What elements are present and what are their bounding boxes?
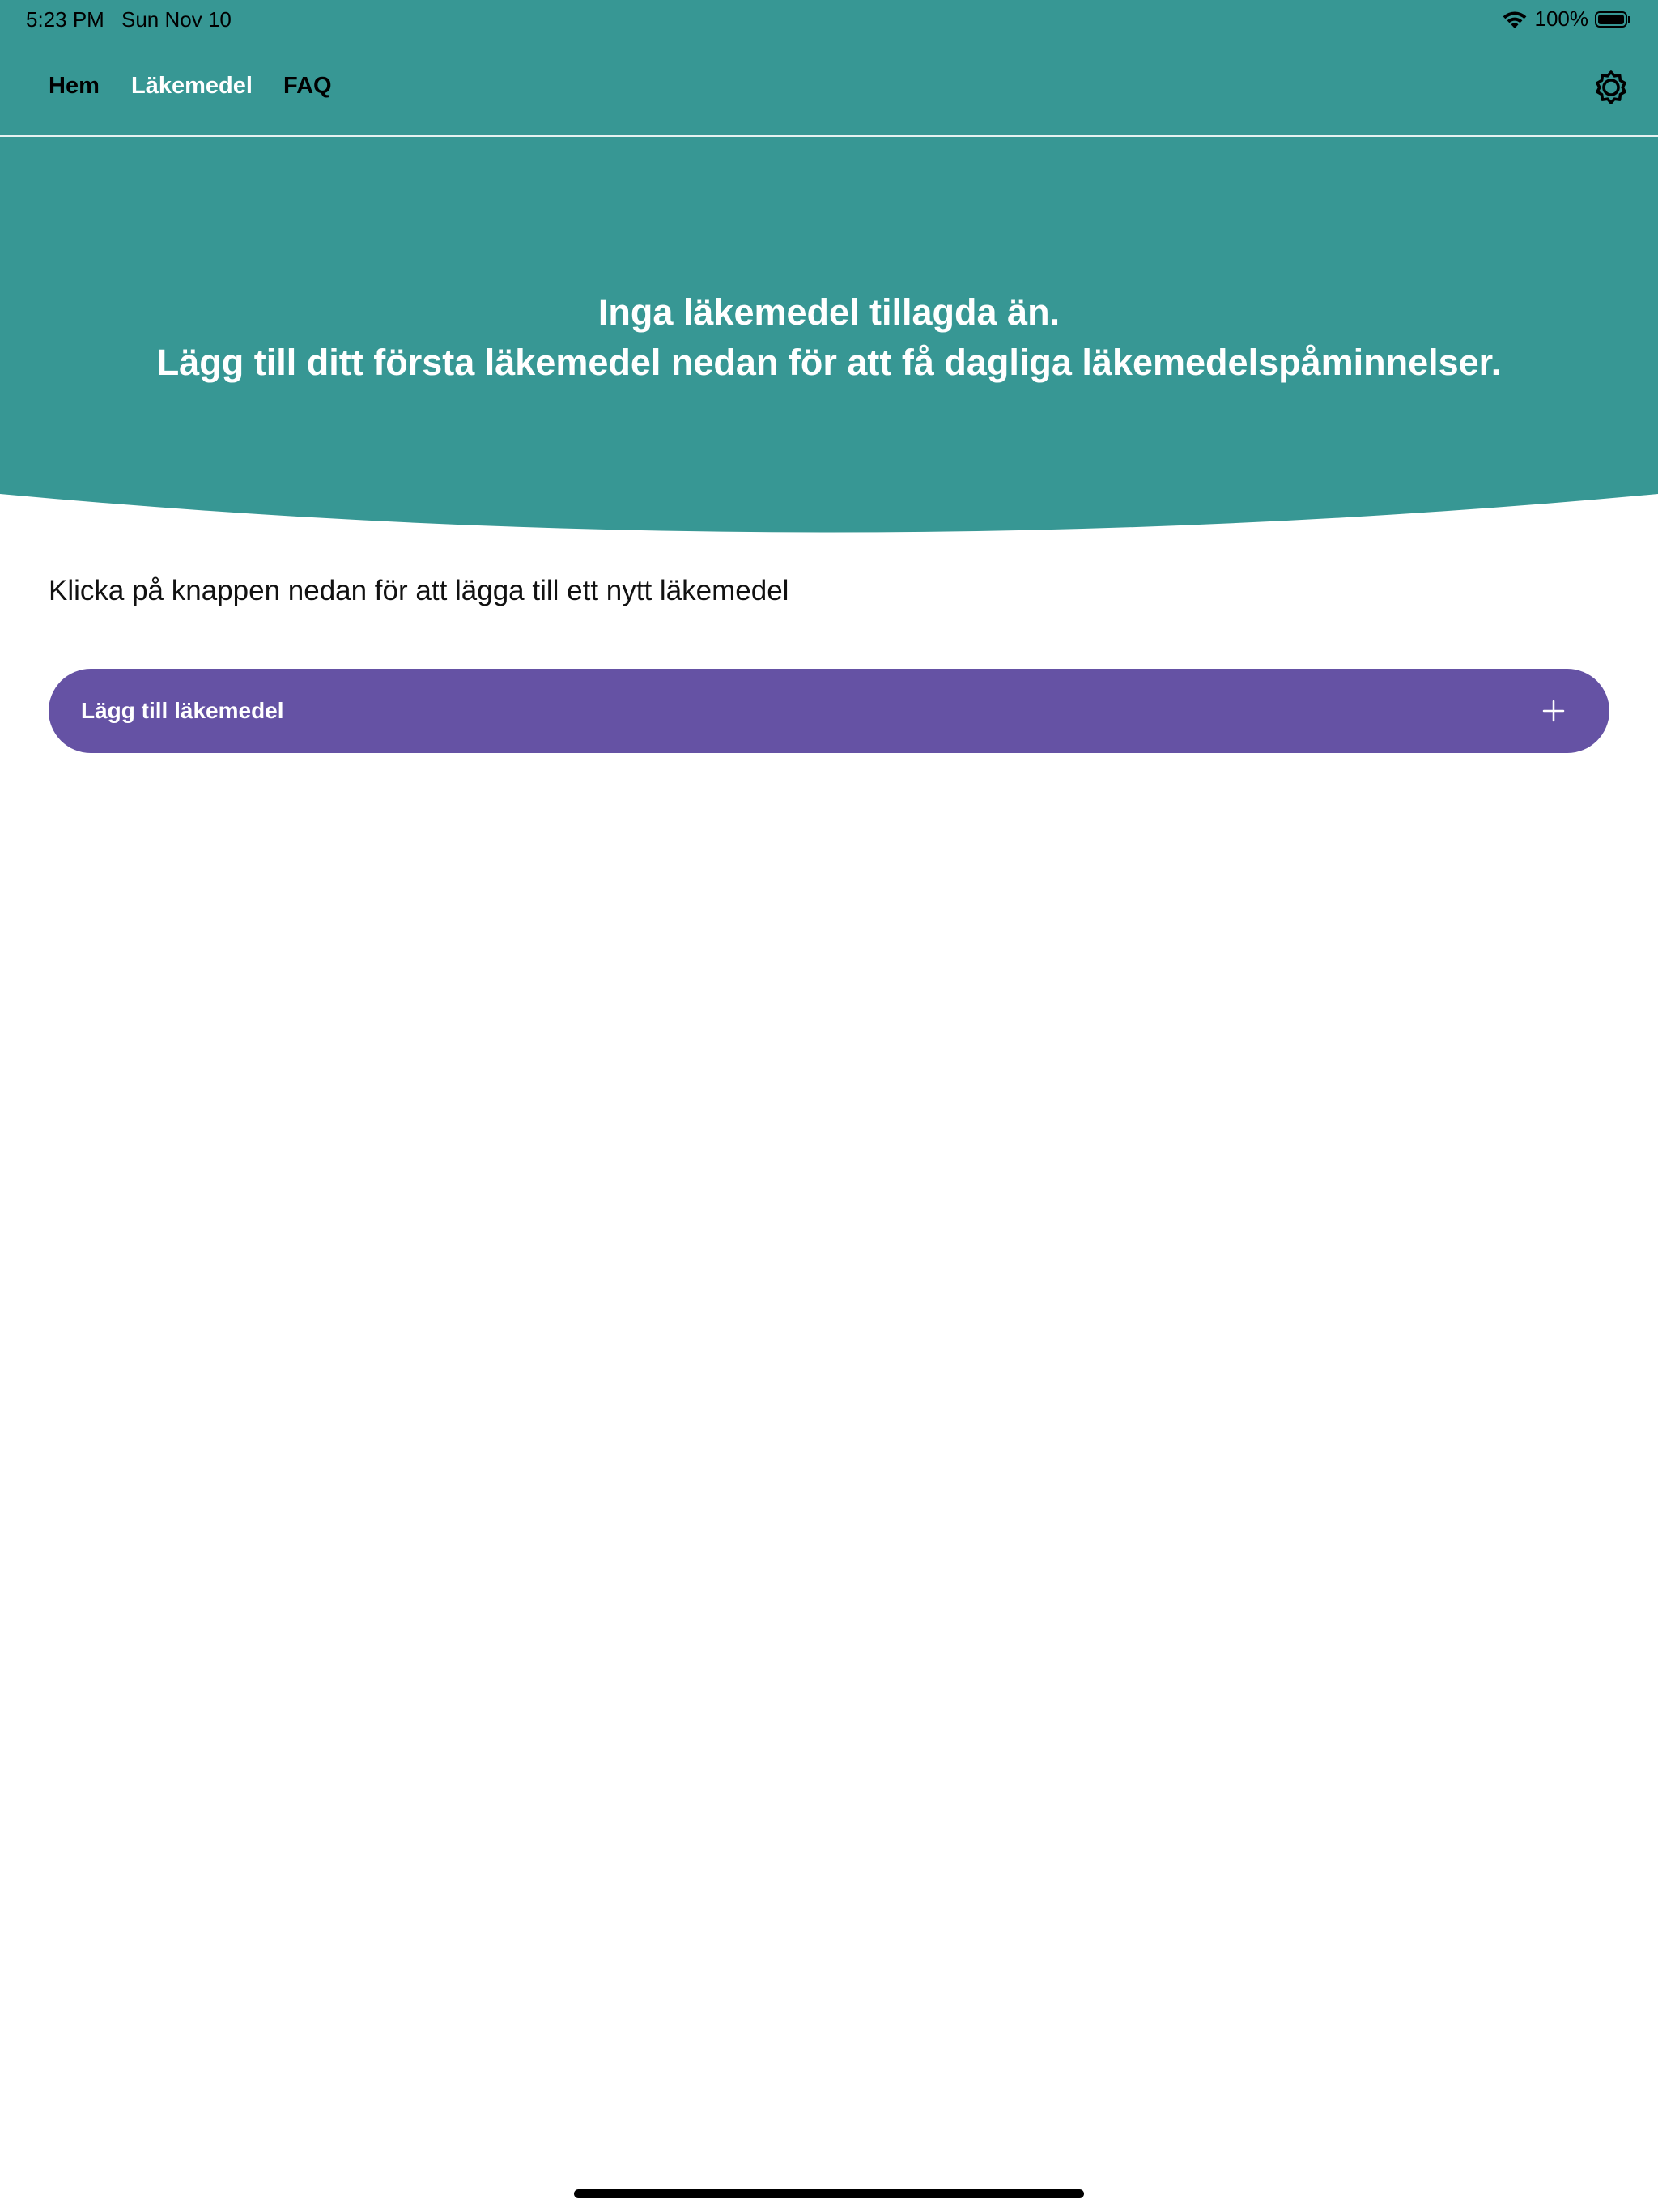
- tab-lakemedel[interactable]: Läkemedel: [131, 73, 253, 100]
- instruction-text: Klicka på knappen nedan för att lägga ti…: [49, 575, 789, 606]
- battery-tip: [1628, 15, 1630, 23]
- battery-fill: [1598, 14, 1624, 24]
- gear-icon: [1596, 70, 1626, 104]
- status-indicators: 100%: [1501, 6, 1633, 32]
- home-indicator[interactable]: [574, 2189, 1084, 2198]
- tab-faq[interactable]: FAQ: [283, 73, 332, 100]
- battery-icon: [1595, 11, 1632, 28]
- nav-divider: [0, 135, 1658, 137]
- status-time: 5:23 PM: [26, 7, 104, 32]
- add-medication-label: Lägg till läkemedel: [81, 698, 284, 723]
- plus-icon: [1542, 700, 1565, 722]
- top-nav: Hem Läkemedel FAQ: [0, 62, 1658, 134]
- settings-button[interactable]: [1585, 62, 1637, 113]
- empty-state-subtitle: Lägg till ditt första läkemedel nedan fö…: [156, 342, 1502, 383]
- battery-body: [1595, 11, 1627, 28]
- status-bar: 5:23 PM Sun Nov 10 100%: [0, 0, 1658, 39]
- add-medication-button[interactable]: Lägg till läkemedel: [49, 669, 1609, 753]
- header-wave: [0, 486, 1658, 533]
- tab-hem[interactable]: Hem: [49, 73, 100, 100]
- battery-percent: 100%: [1534, 6, 1589, 31]
- empty-state-title: Inga läkemedel tillagda än.: [597, 291, 1061, 333]
- status-date: Sun Nov 10: [121, 7, 232, 32]
- empty-state-message: Inga läkemedel tillagda än. Lägg till di…: [0, 287, 1658, 388]
- wifi-icon: [1503, 11, 1526, 28]
